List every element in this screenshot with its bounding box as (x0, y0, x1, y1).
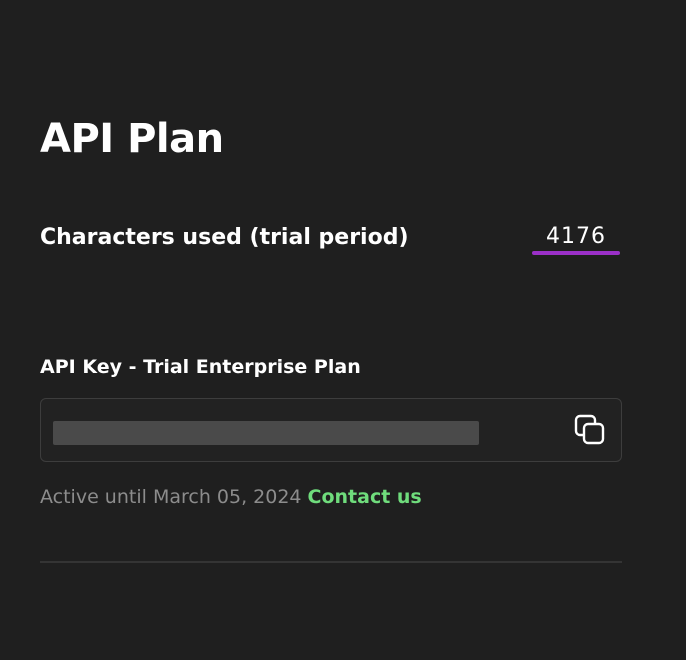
usage-label: Characters used (trial period) (40, 225, 409, 250)
active-until-text: Active until March 05, 2024 (40, 486, 302, 508)
status-line: Active until March 05, 2024 Contact us (40, 482, 422, 512)
api-key-redacted-value (53, 421, 479, 445)
api-plan-panel: API Plan Characters used (trial period) … (40, 0, 622, 660)
usage-value-box: 4176 (532, 218, 620, 258)
copy-icon (574, 414, 605, 445)
usage-underline (532, 251, 620, 255)
usage-row: Characters used (trial period) 4176 (40, 218, 622, 258)
page-title: API Plan (40, 116, 224, 162)
divider (40, 561, 622, 563)
copy-button[interactable] (573, 413, 607, 447)
usage-value: 4176 (546, 224, 606, 249)
api-key-label: API Key - Trial Enterprise Plan (40, 356, 361, 378)
contact-us-link[interactable]: Contact us (308, 486, 422, 508)
api-key-field[interactable] (40, 398, 622, 462)
